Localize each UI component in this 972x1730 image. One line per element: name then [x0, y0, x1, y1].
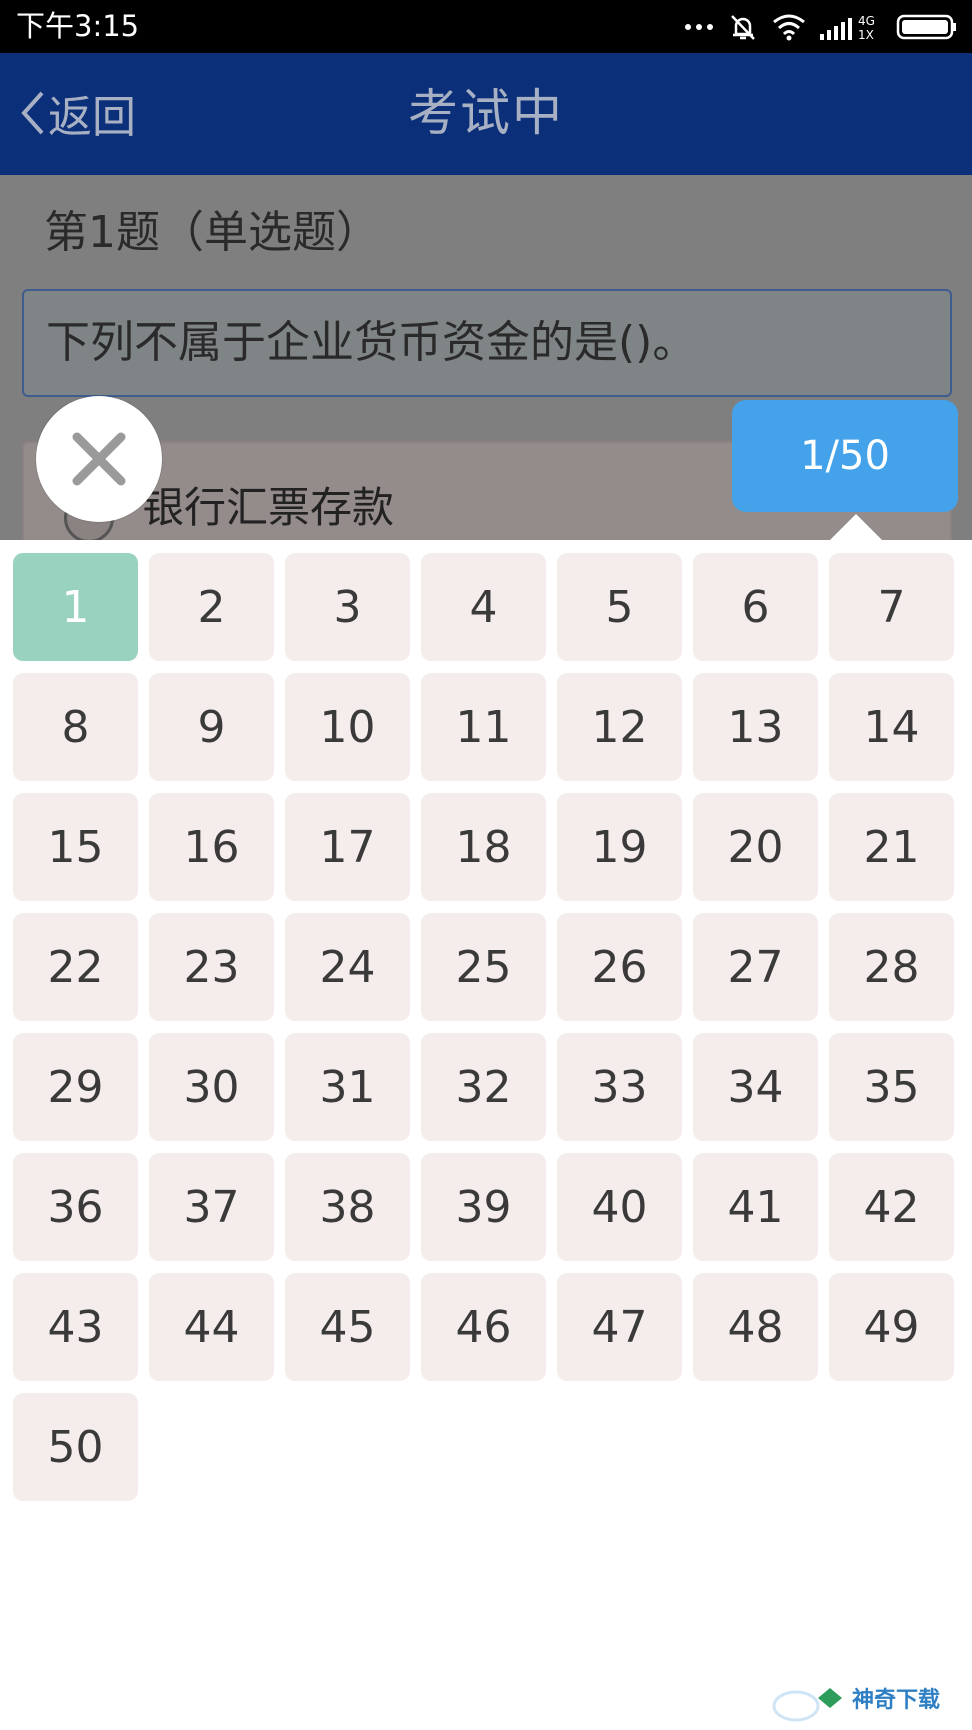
question-number-cell[interactable]: 39: [421, 1153, 546, 1261]
nav-bar: 返回 考试中: [0, 53, 972, 175]
question-number-cell[interactable]: 30: [149, 1033, 274, 1141]
question-number-cell[interactable]: 27: [693, 913, 818, 1021]
question-number-cell[interactable]: 14: [829, 673, 954, 781]
svg-text:4G: 4G: [858, 14, 875, 28]
question-number-cell[interactable]: 23: [149, 913, 274, 1021]
question-number-cell[interactable]: 28: [829, 913, 954, 1021]
svg-text:1X: 1X: [858, 28, 874, 42]
question-number-cell[interactable]: 31: [285, 1033, 410, 1141]
question-number-cell[interactable]: 16: [149, 793, 274, 901]
close-button[interactable]: [36, 396, 162, 522]
question-number-cell[interactable]: 8: [13, 673, 138, 781]
question-number-cell[interactable]: 9: [149, 673, 274, 781]
question-number-cell[interactable]: 6: [693, 553, 818, 661]
progress-indicator: 1/50: [732, 400, 958, 512]
close-icon: [72, 432, 126, 486]
question-number-cell[interactable]: 5: [557, 553, 682, 661]
question-number-cell[interactable]: 44: [149, 1273, 274, 1381]
question-number-cell[interactable]: 41: [693, 1153, 818, 1261]
question-number-cell[interactable]: 13: [693, 673, 818, 781]
question-number-cell[interactable]: 22: [13, 913, 138, 1021]
question-number-cell[interactable]: 3: [285, 553, 410, 661]
mute-icon: [731, 15, 755, 40]
question-number-cell[interactable]: 35: [829, 1033, 954, 1141]
question-number-cell[interactable]: 18: [421, 793, 546, 901]
question-number-panel: 1 2 3 4 5 6 7 8 9 10 11 12 13 14 15 16 17 18 19 20 21 22 23 24 2…: [0, 540, 972, 1728]
question-number-cell[interactable]: 4: [421, 553, 546, 661]
question-number-cell[interactable]: 40: [557, 1153, 682, 1261]
question-number-cell[interactable]: 12: [557, 673, 682, 781]
question-number-cell[interactable]: 34: [693, 1033, 818, 1141]
option-text: 银行汇票存款: [142, 483, 395, 532]
question-number-cell[interactable]: 7: [829, 553, 954, 661]
question-number-cell[interactable]: 26: [557, 913, 682, 1021]
question-number-cell[interactable]: 49: [829, 1273, 954, 1381]
question-number-cell[interactable]: 15: [13, 793, 138, 901]
battery-icon: [896, 14, 956, 40]
page-title: 考试中: [408, 84, 564, 142]
watermark-logo: 神奇下载: [770, 1676, 970, 1726]
question-number-cell[interactable]: 50: [13, 1393, 138, 1501]
question-number-cell[interactable]: 45: [285, 1273, 410, 1381]
more-dots-icon: [685, 24, 713, 30]
question-text: 下列不属于企业货币资金的是()。: [46, 317, 697, 368]
question-number-cell[interactable]: 32: [421, 1033, 546, 1141]
bubble-pointer: [830, 514, 882, 540]
question-number-cell[interactable]: 24: [285, 913, 410, 1021]
question-number-cell[interactable]: 37: [149, 1153, 274, 1261]
question-number-cell[interactable]: 46: [421, 1273, 546, 1381]
question-number-cell[interactable]: 33: [557, 1033, 682, 1141]
signal-icon: 4G 1X: [820, 14, 875, 42]
question-number-cell[interactable]: 20: [693, 793, 818, 901]
status-bar: 下午3:15 4G 1X: [0, 0, 972, 53]
question-number-cell[interactable]: 38: [285, 1153, 410, 1261]
status-time: 下午3:15: [16, 9, 140, 43]
question-number-cell[interactable]: 36: [13, 1153, 138, 1261]
question-number-cell[interactable]: 1: [13, 553, 138, 661]
question-box: 下列不属于企业货币资金的是()。: [22, 289, 952, 397]
question-number-cell[interactable]: 2: [149, 553, 274, 661]
question-number-grid: 1 2 3 4 5 6 7 8 9 10 11 12 13 14 15 16 17 18 19 20 21 22 23 24 2…: [13, 553, 961, 1501]
question-number-cell[interactable]: 19: [557, 793, 682, 901]
status-icons: 4G 1X: [684, 10, 958, 44]
question-number-cell[interactable]: 47: [557, 1273, 682, 1381]
question-number-cell[interactable]: 21: [829, 793, 954, 901]
question-number-cell[interactable]: 11: [421, 673, 546, 781]
question-type-label: 第1题（单选题）: [44, 207, 380, 258]
watermark-text: 神奇下载: [852, 1687, 940, 1713]
question-number-cell[interactable]: 42: [829, 1153, 954, 1261]
question-number-cell[interactable]: 25: [421, 913, 546, 1021]
question-number-cell[interactable]: 17: [285, 793, 410, 901]
question-number-cell[interactable]: 43: [13, 1273, 138, 1381]
wifi-icon: [773, 14, 805, 41]
question-number-cell[interactable]: 29: [13, 1033, 138, 1141]
question-number-cell[interactable]: 10: [285, 673, 410, 781]
question-number-cell[interactable]: 48: [693, 1273, 818, 1381]
